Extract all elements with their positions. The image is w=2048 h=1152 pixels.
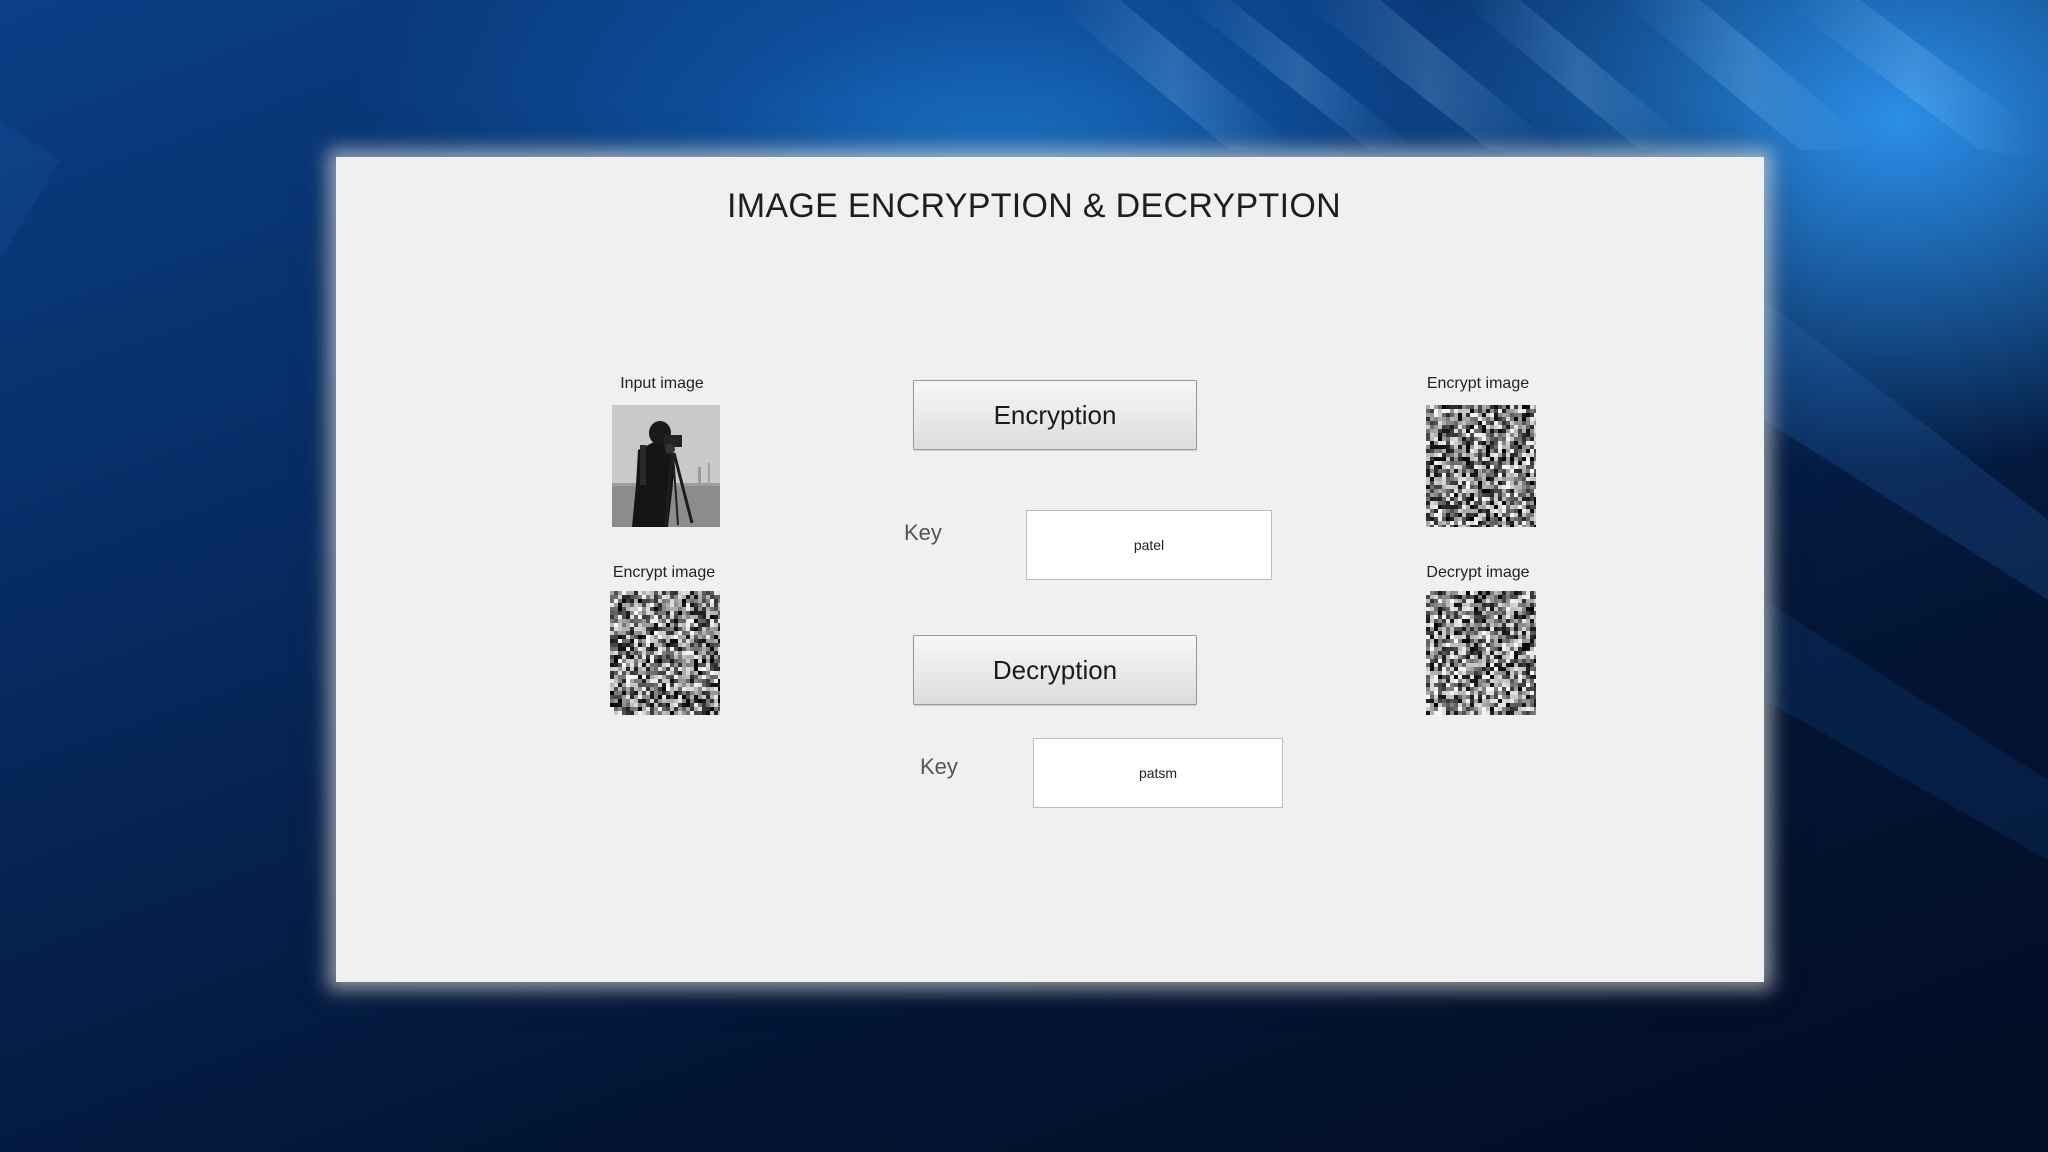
decryption-button[interactable]: Decryption bbox=[913, 635, 1197, 705]
left-encrypt-image-label: Encrypt image bbox=[612, 564, 716, 581]
encryption-key-input[interactable] bbox=[1026, 510, 1272, 580]
decrypt-image-label: Decrypt image bbox=[1426, 564, 1530, 581]
decryption-key-label: Key bbox=[920, 754, 958, 779]
decryption-key-input[interactable] bbox=[1033, 738, 1283, 808]
right-encrypt-image bbox=[1426, 405, 1536, 527]
decrypt-image bbox=[1426, 591, 1536, 715]
input-image bbox=[612, 405, 720, 527]
noise-image-icon bbox=[610, 591, 720, 715]
encryption-key-label: Key bbox=[904, 520, 942, 545]
page-title: IMAGE ENCRYPTION & DECRYPTION bbox=[727, 187, 1341, 225]
noise-image-icon bbox=[1426, 405, 1536, 527]
encryption-button[interactable]: Encryption bbox=[913, 380, 1197, 450]
camera-man-photo-icon bbox=[612, 405, 720, 527]
left-encrypt-image bbox=[610, 591, 720, 715]
right-encrypt-image-label: Encrypt image bbox=[1426, 375, 1530, 392]
noise-image-icon bbox=[1426, 591, 1536, 715]
app-window: IMAGE ENCRYPTION & DECRYPTION Input imag… bbox=[336, 157, 1764, 982]
input-image-label: Input image bbox=[620, 375, 704, 392]
